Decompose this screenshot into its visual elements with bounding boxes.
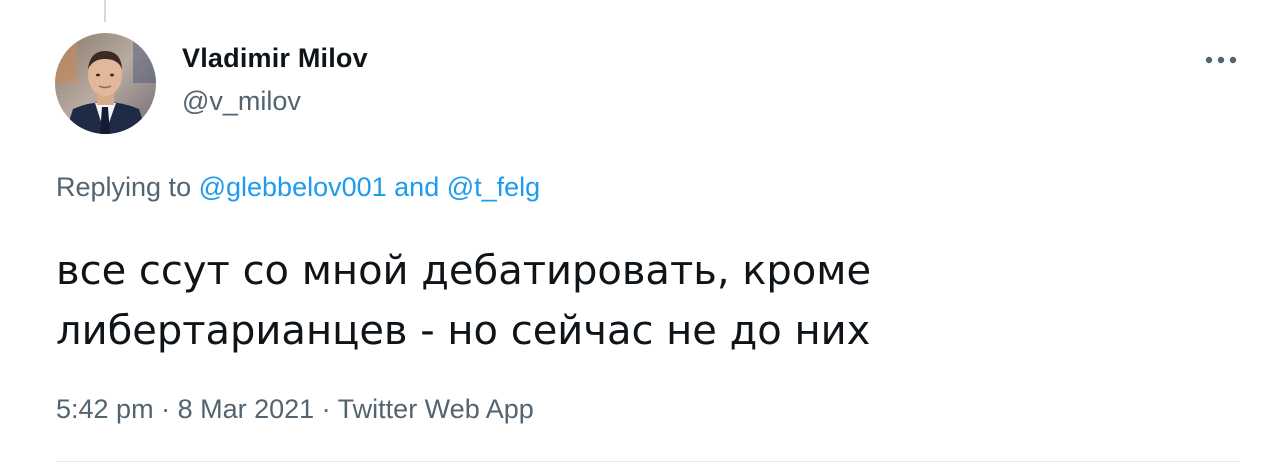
tweet-source-app[interactable]: Twitter Web App (338, 394, 534, 424)
replying-to-joiner[interactable]: and (387, 172, 447, 202)
tweet-metadata: 5:42 pm · 8 Mar 2021 · Twitter Web App (56, 394, 534, 425)
meta-separator: · (153, 394, 178, 424)
author-name[interactable]: Vladimir Milov (182, 43, 368, 74)
tweet-date[interactable]: 8 Mar 2021 (178, 394, 315, 424)
replying-to-label: Replying to (56, 172, 199, 202)
author-handle[interactable]: @v_milov (182, 86, 301, 117)
more-options-button[interactable] (1200, 42, 1242, 78)
replying-to-line: Replying to @glebbelov001 and @t_felg (56, 172, 540, 203)
mention-link-glebbelov001[interactable]: @glebbelov001 (199, 172, 387, 202)
tweet-time[interactable]: 5:42 pm (56, 394, 154, 424)
tweet-text-line: все ссут со мной дебатировать, кроме (56, 248, 872, 294)
tweet-text-line: либертарианцев - но сейчас не до них (56, 308, 871, 354)
meta-separator: · (314, 394, 338, 424)
thread-connector-line (104, 0, 106, 22)
tweet-text: все ссут со мной дебатировать, кроме либ… (56, 241, 1196, 361)
mention-link-t-felg[interactable]: @t_felg (447, 172, 540, 202)
divider (56, 461, 1240, 462)
more-horizontal-icon (1205, 56, 1237, 64)
avatar[interactable] (55, 33, 156, 134)
avatar-image (55, 33, 156, 134)
